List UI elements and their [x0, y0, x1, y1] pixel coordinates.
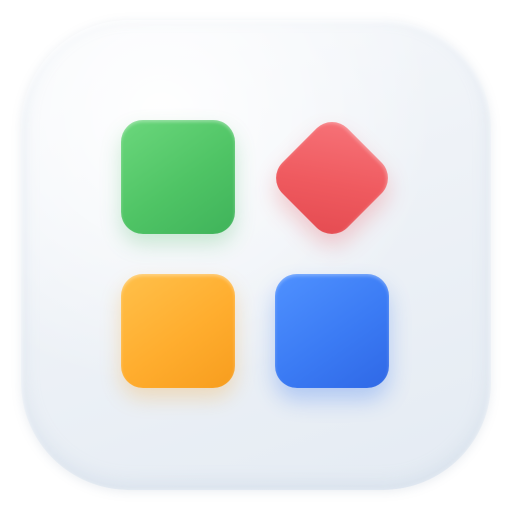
blue-square-tile — [275, 274, 389, 388]
green-square-tile — [121, 120, 235, 234]
orange-square-tile — [121, 274, 235, 388]
icon-canvas — [0, 0, 512, 512]
red-diamond-tile — [266, 112, 398, 244]
apps-grid-icon[interactable] — [21, 20, 491, 490]
